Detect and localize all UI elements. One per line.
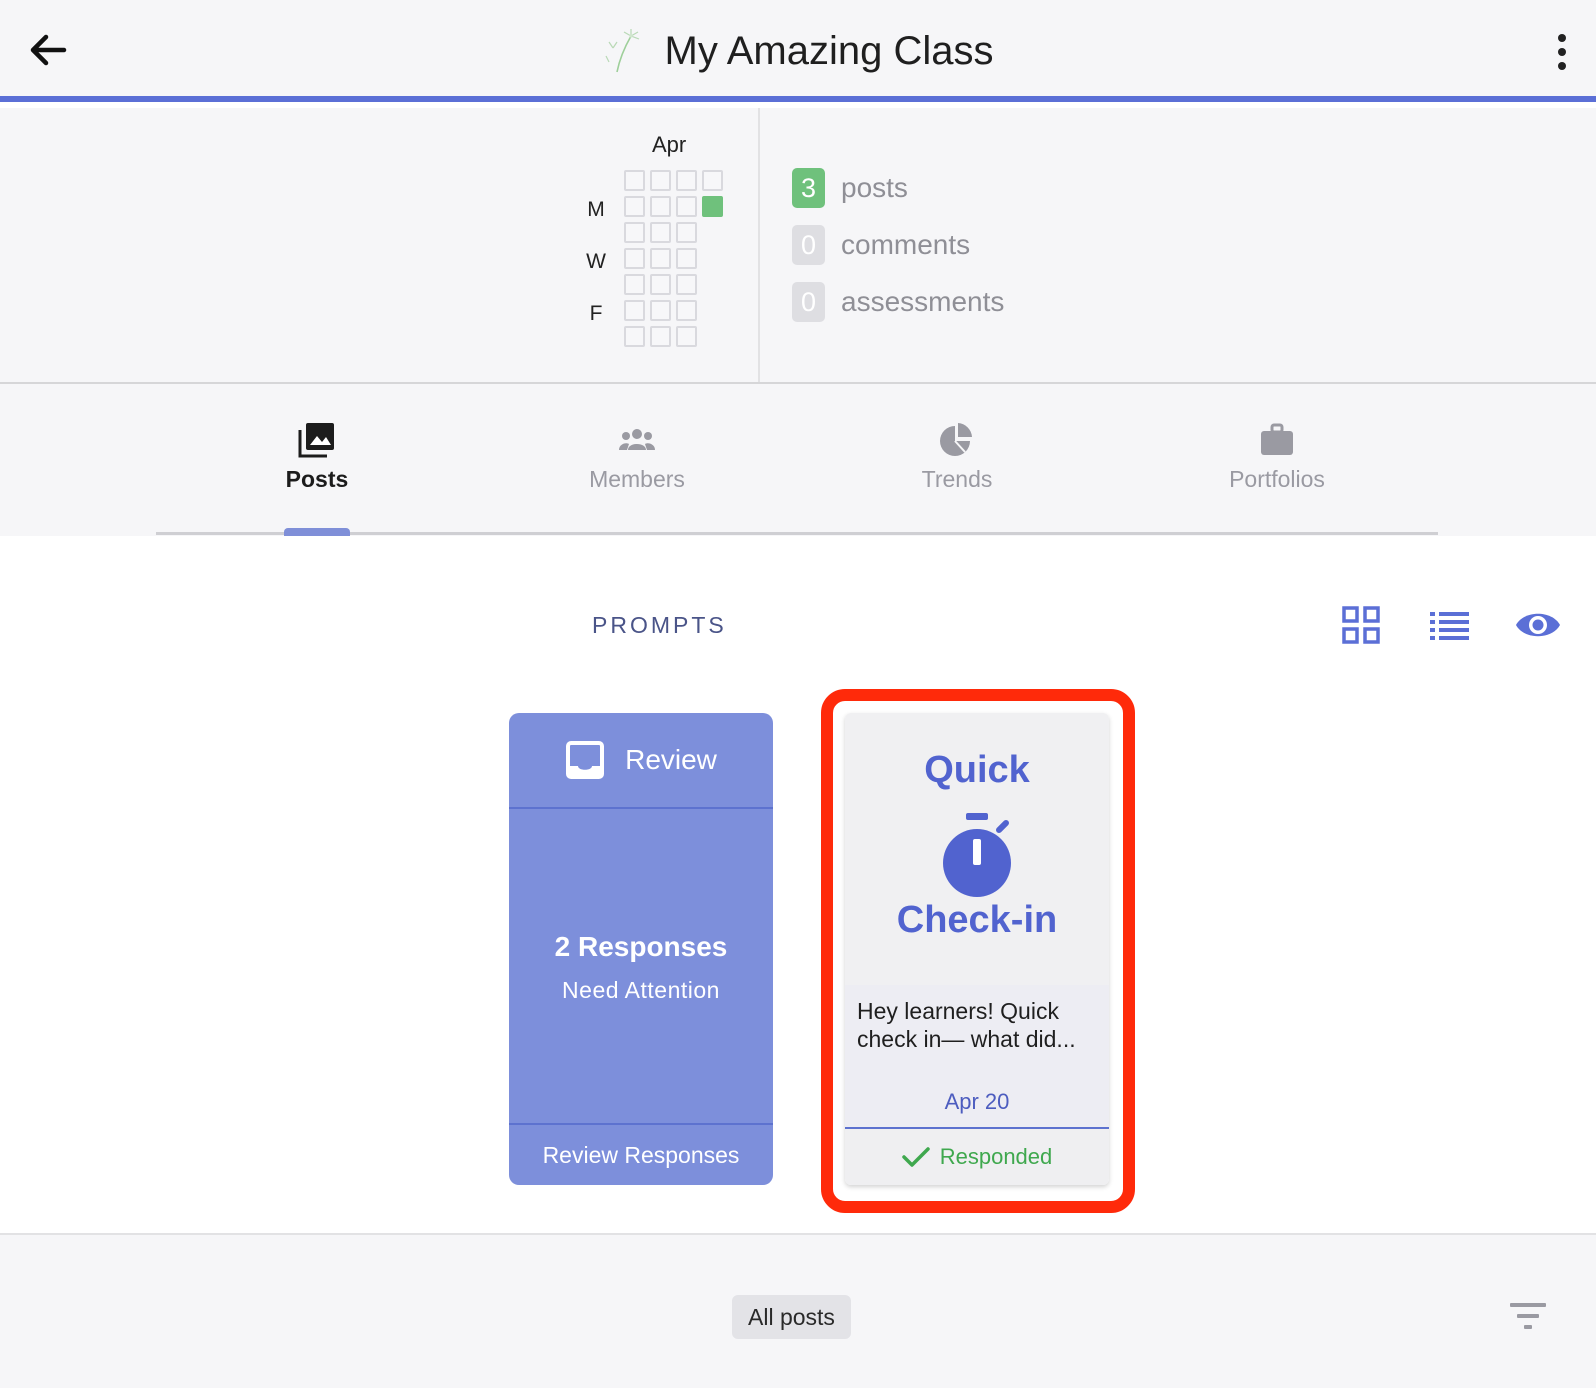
class-title: My Amazing Class: [664, 28, 994, 73]
posts-filter-bar: All posts: [0, 1233, 1596, 1388]
calendar-day-cell: [676, 274, 697, 295]
grid-view-button[interactable]: [1342, 606, 1380, 649]
pie-chart-icon: [940, 423, 972, 456]
day-label-monday: M: [587, 198, 605, 221]
all-posts-chip[interactable]: All posts: [732, 1295, 851, 1339]
prompts-heading: PROMPTS: [592, 612, 727, 638]
prompt-card-quick-check-in[interactable]: Quick Check-in Hey learners! Quick check…: [845, 713, 1109, 1185]
filter-list-icon: [1510, 1303, 1546, 1329]
photo-library-icon: [298, 423, 334, 458]
tab-members-label: Members: [589, 466, 685, 492]
comments-label: comments: [841, 229, 971, 260]
review-responses-button[interactable]: Review Responses: [509, 1123, 773, 1185]
day-label-wednesday: W: [586, 250, 606, 273]
calendar-day-cell: [650, 248, 671, 269]
calendar-day-cell: [676, 300, 697, 321]
tab-portfolios[interactable]: Portfolios: [1177, 384, 1377, 536]
calendar-day-cell: [650, 222, 671, 243]
stopwatch-icon: [943, 813, 1011, 897]
calendar-day-cell: [702, 170, 723, 191]
filter-button[interactable]: [1508, 1299, 1548, 1333]
check-icon: [901, 1147, 930, 1167]
review-need-attention: Need Attention: [562, 977, 720, 1003]
review-card-title: Review: [625, 744, 717, 775]
list-view-icon: [1430, 612, 1469, 640]
calendar-day-cell: [676, 222, 697, 243]
tab-trends-label: Trends: [921, 466, 993, 492]
day-label-friday: F: [589, 302, 603, 325]
calendar-day-cell: [650, 196, 671, 217]
calendar-day-cell: [650, 300, 671, 321]
prompt-card-body: Hey learners! Quick check in— what did..…: [845, 985, 1109, 1129]
briefcase-icon: [1261, 423, 1293, 455]
list-view-button[interactable]: [1430, 610, 1470, 645]
calendar-day-cell: [624, 170, 645, 191]
group-icon: [619, 429, 655, 450]
calendar-day-cell: [676, 326, 697, 347]
prompt-art-word-top: Quick: [924, 749, 1030, 791]
tab-trends[interactable]: Trends: [857, 384, 1057, 536]
review-response-count: 2 Responses: [554, 931, 728, 962]
app-header: My Amazing Class: [0, 0, 1596, 102]
prompt-status: Responded: [845, 1129, 1109, 1185]
grid-view-icon: [1342, 606, 1380, 644]
calendar-day-cell: [624, 274, 645, 295]
tab-posts[interactable]: Posts: [217, 384, 417, 536]
tab-bar: Posts Members Trends Portfolios: [0, 384, 1596, 536]
calendar-day-cell: [624, 222, 645, 243]
posts-label: posts: [841, 172, 908, 203]
assessments-label: assessments: [841, 286, 1005, 317]
activity-summary: Apr M W F 3 posts 0 comments 0 assessmen…: [0, 108, 1596, 384]
calendar-day-cell: [650, 274, 671, 295]
prompt-card-artwork: Quick Check-in: [845, 713, 1109, 985]
title-area: My Amazing Class: [0, 0, 1596, 102]
calendar-day-cell: [702, 196, 723, 217]
tab-portfolios-label: Portfolios: [1229, 466, 1325, 492]
calendar-day-cell: [624, 300, 645, 321]
calendar-day-cell: [676, 196, 697, 217]
eye-icon: [1516, 613, 1560, 637]
responded-label: Responded: [939, 1144, 1053, 1169]
calendar-day-cell: [650, 170, 671, 191]
prompt-text: Hey learners! Quick check in— what did..…: [857, 998, 1076, 1052]
prompt-art-word-bottom: Check-in: [896, 899, 1058, 941]
review-card-header: Review: [509, 713, 773, 809]
summary-divider: [758, 108, 760, 382]
posts-count-badge: 3: [792, 168, 825, 208]
calendar-month: Apr: [652, 132, 687, 157]
active-tab-indicator: [284, 528, 350, 536]
stat-posts: 3 posts: [792, 168, 908, 208]
stat-assessments: 0 assessments: [792, 282, 1004, 322]
calendar-day-cell: [676, 248, 697, 269]
tab-members[interactable]: Members: [537, 384, 737, 536]
calendar-day-cell: [624, 196, 645, 217]
dandelion-logo: [604, 29, 639, 73]
calendar-day-cell: [624, 326, 645, 347]
prompt-date: Apr 20: [944, 1089, 1010, 1114]
inbox-icon: [566, 741, 605, 779]
calendar-day-cell: [676, 170, 697, 191]
assessments-count-badge: 0: [792, 282, 825, 322]
stat-comments: 0 comments: [792, 225, 970, 265]
comments-count-badge: 0: [792, 225, 825, 265]
calendar-day-cell: [650, 326, 671, 347]
activity-calendar: [624, 170, 724, 350]
more-vertical-icon: [1558, 34, 1566, 70]
review-card[interactable]: Review 2 Responses Need Attention Review…: [509, 713, 773, 1185]
visibility-button[interactable]: [1514, 608, 1562, 647]
calendar-day-cell: [624, 248, 645, 269]
more-options-button[interactable]: [1544, 30, 1580, 74]
tab-posts-label: Posts: [285, 466, 349, 492]
